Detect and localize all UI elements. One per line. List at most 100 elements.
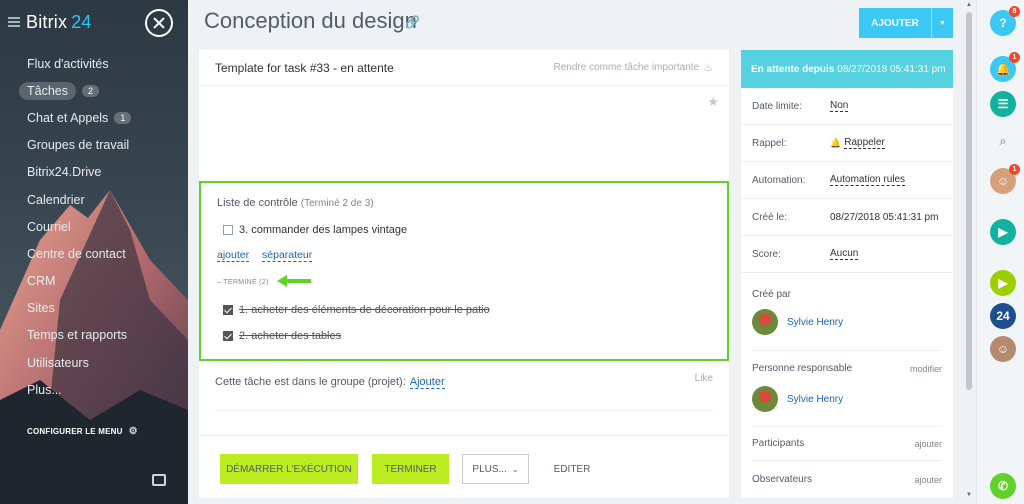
more-button[interactable]: PLUS... ⌄	[462, 454, 529, 484]
flame-icon: ♨	[703, 62, 713, 74]
left-sidebar: Bitrix 24 Flux d'activités Tâches 2 Chat e…	[0, 0, 188, 504]
bell-icon: 🔔	[830, 137, 842, 148]
status-header: En attente depuis 08/27/2018 05:41:31 pm	[741, 50, 953, 88]
task-card: Template for task #33 - en attente Rendr…	[199, 50, 729, 498]
checkbox[interactable]	[223, 225, 233, 235]
responsible-label: Personne responsable	[752, 363, 853, 374]
finish-button[interactable]: TERMINER	[372, 454, 449, 484]
sidebar-item-calendrier[interactable]: Calendrier	[0, 186, 188, 213]
chat-icon[interactable]: ☰	[990, 91, 1016, 117]
checklist-item[interactable]: 3. commander des lampes vintage	[223, 224, 407, 236]
scrollbar[interactable]: ▲ ▼	[962, 0, 976, 504]
task-info-panel: En attente depuis 08/27/2018 05:41:31 pm…	[741, 50, 953, 498]
add-group-link[interactable]: Ajouter	[409, 376, 445, 389]
sidebar-item-utilisateurs[interactable]: Utilisateurs	[0, 349, 188, 376]
help-icon[interactable]: ? 8	[990, 6, 1020, 36]
page-title: Conception du design	[204, 8, 417, 33]
close-icon[interactable]	[145, 9, 173, 37]
sidebar-item-groupes[interactable]: Groupes de travail	[0, 132, 188, 159]
announcement-icon[interactable]: ▶	[990, 270, 1016, 296]
divider	[199, 435, 729, 436]
chevron-down-icon: ⌄	[511, 464, 519, 474]
menu-icon[interactable]	[8, 17, 20, 27]
add-item-link[interactable]: ajouter	[217, 249, 250, 262]
sidebar-item-sites[interactable]: Sites	[0, 295, 188, 322]
checklist-item-done[interactable]: 2. acheter des tables	[223, 330, 341, 342]
megaphone-icon[interactable]: ▶	[990, 219, 1016, 245]
sidebar-item-crm[interactable]: CRM	[0, 268, 188, 295]
bitrix24-icon[interactable]: 24	[990, 303, 1016, 329]
chevron-down-icon[interactable]: ▼	[931, 8, 953, 38]
print-icon[interactable]	[152, 474, 166, 486]
avatar[interactable]: ☺ 1	[990, 164, 1020, 194]
bell-icon[interactable]: 🔔 1	[990, 52, 1020, 82]
right-rail: ? 8 🔔 1 ☰ ⌕ ☺ 1 ▶ ▶ 24 ☺ ✆	[976, 0, 1024, 504]
like-link[interactable]: Like	[695, 373, 713, 384]
checklist-actions: ajouter séparateur	[217, 249, 322, 262]
task-title: Template for task #33 - en attente	[215, 60, 394, 75]
checkbox-checked[interactable]	[223, 305, 233, 315]
sidebar-item-contact[interactable]: Centre de contact	[0, 240, 188, 267]
add-observer-link[interactable]: ajouter	[914, 475, 942, 485]
sidebar-item-taches[interactable]: Tâches 2	[0, 77, 188, 104]
created-by-label: Créé par	[752, 289, 791, 300]
divider	[752, 350, 942, 351]
add-participant-link[interactable]: ajouter	[914, 439, 942, 449]
done-items-toggle[interactable]: – TERMINÉ (2)	[217, 279, 269, 286]
arrow-left-icon	[277, 275, 311, 287]
avatar	[752, 386, 778, 412]
scroll-up-icon[interactable]: ▲	[966, 2, 972, 8]
notification-badge: 1	[1009, 164, 1020, 175]
modify-responsible-link[interactable]: modifier	[910, 364, 942, 374]
count-badge: 2	[82, 84, 100, 97]
start-button[interactable]: DÉMARRER L'EXÉCUTION	[220, 454, 358, 484]
checklist-title: Liste de contrôle (Terminé 2 de 3)	[217, 197, 374, 209]
star-icon[interactable]: ★	[707, 94, 719, 110]
divider	[752, 460, 942, 461]
count-badge: 1	[114, 111, 132, 124]
reminder-row: Rappel: 🔔 Rappeler	[741, 125, 953, 162]
search-icon[interactable]: ⌕	[990, 128, 1016, 154]
sidebar-nav: Flux d'activités Tâches 2 Chat et Appels 1…	[0, 50, 188, 403]
sidebar-item-drive[interactable]: Bitrix24.Drive	[0, 159, 188, 186]
link-icon[interactable]: 🔗	[405, 15, 420, 29]
separator-link[interactable]: séparateur	[262, 249, 313, 262]
sidebar-item-plus[interactable]: Plus...	[0, 376, 188, 403]
task-header: Template for task #33 - en attente Rendr…	[199, 50, 729, 86]
creator[interactable]: Sylvie Henry	[752, 309, 843, 335]
logo[interactable]: Bitrix 24	[8, 10, 92, 34]
add-button[interactable]: AJOUTER ▼	[859, 8, 953, 38]
created-on-value: 08/27/2018 05:41:31 pm	[830, 211, 939, 223]
automation-value[interactable]: Automation rules	[830, 174, 906, 186]
reminder-value[interactable]: Rappeler	[844, 137, 885, 149]
sidebar-item-courriel[interactable]: Courriel	[0, 213, 188, 240]
sidebar-item-flux[interactable]: Flux d'activités	[0, 50, 188, 77]
checklist-panel: Liste de contrôle (Terminé 2 de 3) 3. co…	[199, 181, 729, 361]
observers-label: Observateurs	[752, 474, 813, 485]
notification-badge: 8	[1009, 6, 1020, 17]
sidebar-item-temps[interactable]: Temps et rapports	[0, 322, 188, 349]
sidebar-item-chat[interactable]: Chat et Appels 1	[0, 104, 188, 131]
scroll-down-icon[interactable]: ▼	[966, 492, 972, 498]
scroll-thumb[interactable]	[966, 12, 972, 390]
group-row: Cette tâche est dans le groupe (projet):…	[215, 376, 445, 389]
score-row: Score: Aucun	[741, 236, 953, 273]
score-value[interactable]: Aucun	[830, 248, 859, 260]
checklist-item-done[interactable]: 1. acheter des éléments de décoration po…	[223, 304, 490, 316]
make-important-link[interactable]: Rendre comme tâche importante ♨	[554, 61, 714, 74]
created-on-row: Créé le: 08/27/2018 05:41:31 pm	[741, 199, 953, 236]
automation-row: Automation: Automation rules	[741, 162, 953, 199]
checkbox-checked[interactable]	[223, 331, 233, 341]
avatar[interactable]: ☺	[990, 336, 1016, 362]
deadline-value[interactable]: Non	[830, 100, 849, 112]
responsible-person[interactable]: Sylvie Henry	[752, 386, 843, 412]
divider	[752, 426, 942, 427]
participants-label: Participants	[752, 438, 805, 449]
edit-button[interactable]: EDITER	[544, 454, 600, 484]
deadline-row: Date limite: Non	[741, 88, 953, 125]
notification-badge: 1	[1009, 52, 1020, 63]
divider	[215, 410, 713, 411]
avatar	[752, 309, 778, 335]
configure-menu-link[interactable]: CONFIGURER LE MENU ⚙	[27, 426, 138, 437]
phone-icon[interactable]: ✆	[990, 473, 1016, 499]
